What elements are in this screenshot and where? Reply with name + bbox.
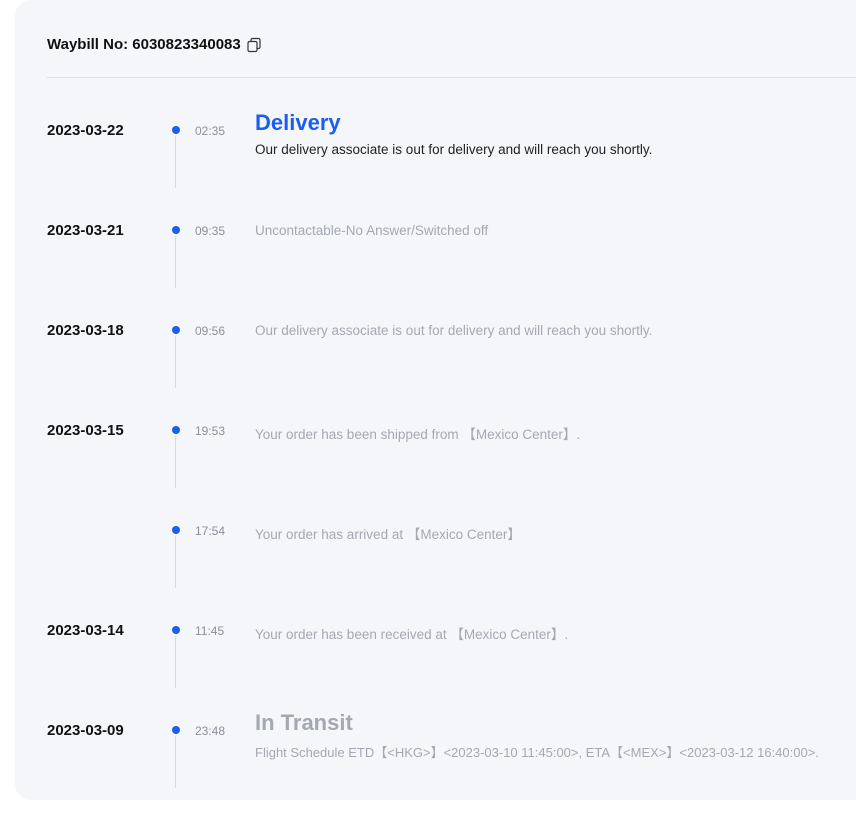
timeline-connector (175, 636, 176, 688)
timeline-dot (172, 226, 180, 234)
event-date: 2023-03-15 (47, 422, 124, 439)
timeline-event: 2023-03-22 02:35 Delivery Our delivery a… (0, 110, 856, 222)
timeline-event: 2023-03-15 19:53 Your order has been shi… (0, 422, 856, 522)
timeline-connector (175, 136, 176, 188)
event-time: 17:54 (195, 524, 226, 538)
event-status: In Transit (255, 710, 353, 735)
timeline-dot (172, 526, 180, 534)
waybill-header: Waybill No: 6030823340083 (47, 36, 262, 53)
event-description: Our delivery associate is out for delive… (255, 323, 653, 338)
event-status: Delivery (255, 110, 341, 135)
timeline-event: 17:54 Your order has arrived at 【Mexico … (0, 522, 856, 622)
event-date: 2023-03-22 (47, 122, 124, 139)
event-date: 2023-03-14 (47, 622, 124, 639)
timeline-connector (175, 536, 176, 588)
timeline-event: 2023-03-18 09:56 Our delivery associate … (0, 322, 856, 422)
event-date: 2023-03-09 (47, 722, 124, 739)
header-divider (47, 77, 856, 78)
timeline-connector (175, 436, 176, 488)
timeline-connector (175, 736, 176, 788)
event-time: 23:48 (195, 724, 226, 738)
event-description: Your order has been shipped from 【Mexico… (255, 427, 581, 442)
event-time: 09:35 (195, 224, 226, 238)
timeline-event: 2023-03-14 11:45 Your order has been rec… (0, 622, 856, 722)
event-date: 2023-03-18 (47, 322, 124, 339)
timeline-event: 2023-03-09 23:48 In Transit Flight Sched… (0, 710, 856, 822)
copy-icon[interactable] (246, 37, 262, 53)
timeline-connector (175, 236, 176, 288)
event-date: 2023-03-21 (47, 222, 124, 239)
event-description: Our delivery associate is out for delive… (255, 142, 653, 157)
event-time: 11:45 (195, 624, 225, 638)
timeline-dot (172, 726, 180, 734)
event-description: Uncontactable-No Answer/Switched off (255, 223, 489, 238)
timeline-dot (172, 126, 180, 134)
timeline-connector (175, 336, 176, 388)
event-description: Flight Schedule ETD【<HKG>】<2023-03-10 11… (255, 745, 819, 760)
timeline-dot (172, 626, 180, 634)
event-time: 09:56 (195, 324, 226, 338)
waybill-number: Waybill No: 6030823340083 (47, 36, 241, 53)
event-description: Your order has been received at 【Mexico … (255, 627, 569, 642)
event-time: 02:35 (195, 124, 226, 138)
event-time: 19:53 (195, 424, 226, 438)
timeline-dot (172, 426, 180, 434)
timeline-dot (172, 326, 180, 334)
event-description: Your order has arrived at 【Mexico Center… (255, 527, 521, 542)
timeline-event: 2023-03-21 09:35 Uncontactable-No Answer… (0, 222, 856, 322)
